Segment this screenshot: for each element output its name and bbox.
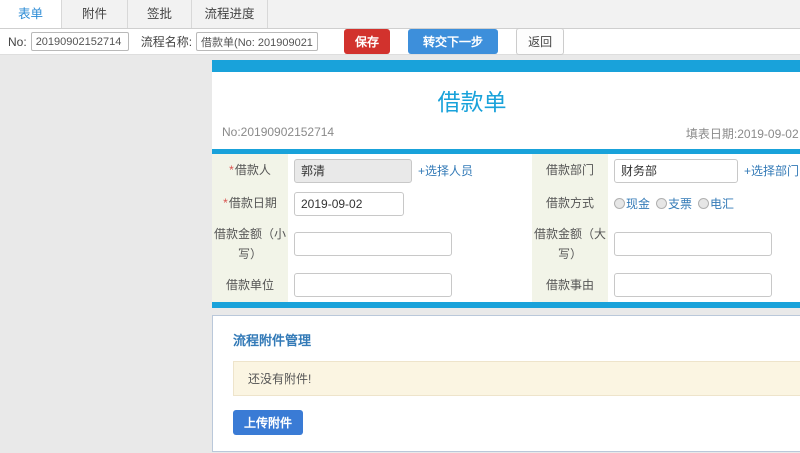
- loan-date-input[interactable]: [294, 191, 404, 216]
- divider-bar: [212, 301, 800, 308]
- required-mark: *: [229, 163, 234, 178]
- radio-icon[interactable]: [698, 198, 710, 209]
- form-row: *借款人 +选择人员 借款部门 +选择部门: [212, 154, 800, 187]
- tab-bar: 表单 附件 签批 流程进度: [0, 0, 800, 29]
- radio-icon[interactable]: [614, 198, 625, 209]
- amount-uppercase-label: 借款金额（大写）: [532, 220, 608, 269]
- tab-approvals[interactable]: 签批: [128, 0, 192, 28]
- content-area: 借款单 No:20190902152714 填表日期:2019-09-02 15…: [0, 55, 800, 453]
- loan-reason-label: 借款事由: [532, 268, 608, 302]
- upload-attachment-button[interactable]: 上传附件: [233, 409, 304, 435]
- form-row: *借款日期 借款方式 现金 支票: [212, 187, 800, 220]
- radio-wire-transfer[interactable]: 电汇: [698, 195, 734, 212]
- radio-cash[interactable]: 现金: [614, 195, 650, 212]
- form-row: 借款单位 借款事由: [212, 268, 800, 302]
- loan-reason-input[interactable]: [614, 273, 772, 298]
- department-input[interactable]: [614, 158, 738, 183]
- department-label: 借款部门: [532, 154, 608, 187]
- save-button[interactable]: 保存: [344, 29, 391, 54]
- fill-date: 填表日期:2019-09-02 15:27:1: [685, 127, 800, 141]
- borrower-input[interactable]: [294, 158, 412, 183]
- doc-number: No:20190902152714: [222, 125, 335, 139]
- loan-date-label: *借款日期: [212, 187, 288, 220]
- radio-cheque[interactable]: 支票: [656, 195, 692, 212]
- amount-lowercase-label: 借款金额（小写）: [212, 220, 288, 269]
- flow-name-label: 流程名称:: [140, 35, 193, 49]
- tab-form[interactable]: 表单: [0, 0, 62, 28]
- required-mark: *: [223, 196, 228, 211]
- command-bar: No: 流程名称: 保存 转交下一步 返回: [0, 28, 800, 55]
- doc-meta-row: No:20190902152714 填表日期:2019-09-02 15:27:…: [212, 123, 800, 149]
- flow-name-input[interactable]: [196, 32, 319, 51]
- loan-form-panel: 借款单 No:20190902152714 填表日期:2019-09-02 15…: [212, 60, 800, 308]
- page-title: 借款单: [437, 89, 507, 115]
- loan-method-radio-group: 现金 支票 电汇: [614, 195, 737, 212]
- loan-unit-label: 借款单位: [212, 268, 288, 302]
- no-input[interactable]: [30, 32, 129, 51]
- select-person-link[interactable]: +选择人员: [418, 162, 473, 179]
- back-button[interactable]: 返回: [516, 28, 565, 55]
- no-attachment-message: 还没有附件!: [233, 360, 800, 396]
- forward-next-step-button[interactable]: 转交下一步: [408, 29, 499, 54]
- tab-attachments[interactable]: 附件: [62, 0, 128, 28]
- loan-unit-input[interactable]: [294, 273, 452, 298]
- amount-lowercase-input[interactable]: [294, 232, 452, 257]
- attachment-panel: 流程附件管理 还没有附件! 上传附件: [212, 314, 800, 452]
- panel-top-accent-bar: [212, 60, 800, 72]
- attachment-section-title: 流程附件管理: [233, 332, 312, 348]
- amount-uppercase-input[interactable]: [614, 232, 772, 257]
- no-label: No:: [8, 34, 27, 49]
- borrower-label: *借款人: [212, 154, 288, 187]
- select-department-link[interactable]: +选择部门: [744, 162, 799, 179]
- tab-progress[interactable]: 流程进度: [192, 0, 268, 28]
- radio-icon[interactable]: [656, 198, 668, 209]
- form-row: 借款金额（小写） 借款金额（大写）: [212, 220, 800, 269]
- loan-method-label: 借款方式: [532, 187, 608, 220]
